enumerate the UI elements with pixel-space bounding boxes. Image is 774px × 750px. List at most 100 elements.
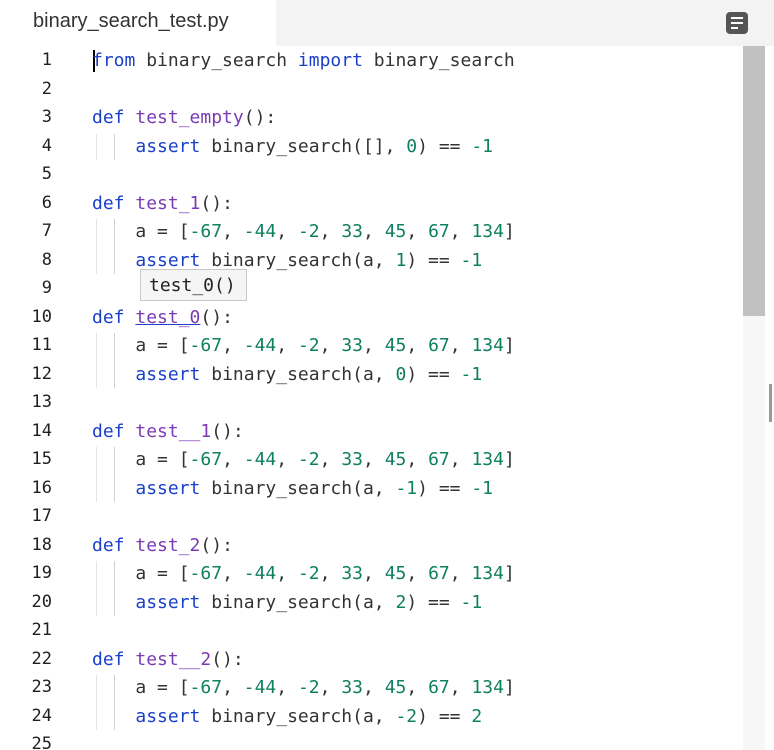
code-line[interactable]: 21: [0, 616, 742, 644]
code-line[interactable]: 23 a = [-67, -44, -2, 33, 45, 67, 134]: [0, 673, 742, 701]
code-token-num: 67: [428, 677, 450, 698]
code-token: ():: [200, 534, 233, 556]
indent-guide: [114, 447, 115, 502]
code-token-fn: test__1: [135, 420, 212, 442]
code-text[interactable]: def test__2():: [92, 649, 244, 670]
code-text[interactable]: assert binary_search(a, 0) == -1: [92, 364, 482, 385]
code-line[interactable]: 16 assert binary_search(a, -1) == -1: [0, 474, 742, 502]
code-line[interactable]: 8 assert binary_search(a, 1) == -1: [0, 246, 742, 274]
code-token: a = [: [92, 677, 190, 698]
code-editor[interactable]: 1 from binary_search import binary_search…: [0, 46, 774, 750]
code-line[interactable]: 14 def test__1():: [0, 417, 742, 445]
code-token: a = [: [92, 563, 190, 584]
code-token: ():: [211, 420, 244, 442]
code-line[interactable]: 1 from binary_search import binary_search: [0, 46, 742, 74]
code-line[interactable]: 6 def test_1():: [0, 189, 742, 217]
indent-guide: [114, 133, 115, 160]
code-text[interactable]: a = [-67, -44, -2, 33, 45, 67, 134]: [92, 221, 514, 242]
indent-guide: [96, 133, 97, 160]
code-text[interactable]: from binary_search import binary_search: [92, 50, 515, 71]
code-text[interactable]: def test__1():: [92, 421, 244, 442]
code-token-num: 67: [428, 563, 450, 584]
code-line[interactable]: 13: [0, 388, 742, 416]
code-token-num: 2: [471, 705, 483, 727]
code-token: ,: [319, 449, 342, 470]
code-line[interactable]: 7 a = [-67, -44, -2, 33, 45, 67, 134]: [0, 217, 742, 245]
code-token: ,: [363, 335, 385, 356]
line-number: 25: [31, 734, 52, 750]
code-token-num: -1: [460, 591, 483, 613]
code-token: ,: [276, 335, 298, 356]
line-number: 15: [31, 449, 52, 469]
code-text[interactable]: a = [-67, -44, -2, 33, 45, 67, 134]: [92, 563, 515, 584]
code-text[interactable]: def test_0():: [92, 307, 233, 328]
code-token: ,: [406, 221, 429, 242]
code-text[interactable]: assert binary_search(a, 2) == -1: [92, 592, 482, 613]
code-line[interactable]: 18 def test_2():: [0, 531, 742, 559]
code-line[interactable]: 10 def test_0():: [0, 303, 742, 331]
code-text[interactable]: assert binary_search(a, -1) == -1: [92, 478, 493, 499]
code-token-kw: assert: [135, 477, 201, 499]
code-token: ,: [406, 677, 429, 698]
code-line[interactable]: 19 a = [-67, -44, -2, 33, 45, 67, 134]: [0, 559, 742, 587]
code-line[interactable]: 12 assert binary_search(a, 0) == -1: [0, 360, 742, 388]
code-text[interactable]: assert binary_search(a, -2) == 2: [92, 706, 482, 727]
code-line[interactable]: 3 def test_empty():: [0, 103, 742, 131]
code-token: binary_search(a,: [200, 705, 396, 727]
code-token: binary_search(a,: [200, 477, 396, 499]
code-token-num: -67: [189, 563, 223, 584]
code-token-num: 45: [384, 221, 407, 242]
code-text[interactable]: def test_1():: [92, 193, 233, 214]
code-text[interactable]: a = [-67, -44, -2, 33, 45, 67, 134]: [92, 335, 514, 356]
code-line[interactable]: 15 a = [-67, -44, -2, 33, 45, 67, 134]: [0, 445, 742, 473]
code-token: ,: [319, 563, 342, 584]
code-token-num: -67: [189, 221, 223, 242]
hover-tooltip: test_0(): [140, 269, 247, 301]
code-line[interactable]: 17: [0, 502, 742, 530]
code-token: ():: [200, 306, 233, 328]
code-token: ]: [503, 563, 515, 584]
code-token-num: 67: [428, 335, 450, 356]
vertical-scrollbar-thumb[interactable]: [743, 46, 765, 316]
code-token: ,: [319, 221, 342, 242]
code-text[interactable]: assert binary_search([], 0) == -1: [92, 136, 493, 157]
code-token: ,: [276, 563, 298, 584]
line-number: 20: [31, 591, 52, 612]
code-token-num: -44: [243, 221, 277, 242]
code-token: ) ==: [406, 249, 461, 271]
code-line[interactable]: 2: [0, 75, 742, 103]
code-token-num: 134: [471, 677, 504, 698]
code-token: ,: [406, 563, 429, 584]
tab-title[interactable]: binary_search_test.py: [33, 10, 229, 33]
code-line[interactable]: 9: [0, 274, 742, 302]
file-tab[interactable]: binary_search_test.py: [0, 0, 276, 46]
code-token: ,: [363, 677, 385, 698]
line-number: 19: [31, 563, 52, 583]
code-text[interactable]: assert binary_search(a, 1) == -1: [92, 250, 482, 271]
code-text[interactable]: a = [-67, -44, -2, 33, 45, 67, 134]: [92, 677, 514, 698]
line-number: 22: [31, 648, 52, 669]
code-token: ,: [222, 677, 244, 698]
code-line[interactable]: 4 assert binary_search([], 0) == -1: [0, 132, 742, 160]
code-line[interactable]: 25: [0, 730, 742, 750]
code-text[interactable]: a = [-67, -44, -2, 33, 45, 67, 134]: [92, 449, 514, 470]
code-text[interactable]: def test_2():: [92, 535, 233, 556]
code-text[interactable]: def test_empty():: [92, 107, 276, 128]
code-token-num: 2: [395, 591, 407, 613]
code-line[interactable]: 11 a = [-67, -44, -2, 33, 45, 67, 134]: [0, 331, 742, 359]
line-number: 10: [31, 306, 52, 327]
code-token-kw: def: [92, 648, 125, 670]
code-token: binary_search: [135, 50, 298, 71]
code-line[interactable]: 20 assert binary_search(a, 2) == -1: [0, 588, 742, 616]
code-line[interactable]: 24 assert binary_search(a, -2) == 2: [0, 702, 742, 730]
window-edge-handle[interactable]: [769, 384, 772, 422]
code-token-num: 0: [406, 135, 418, 157]
outline-icon[interactable]: [726, 12, 748, 34]
code-token-num: -67: [189, 449, 223, 470]
code-token: ) ==: [406, 363, 461, 385]
code-token: ) ==: [406, 591, 461, 613]
code-line[interactable]: 5: [0, 160, 742, 188]
code-line[interactable]: 22 def test__2():: [0, 645, 742, 673]
